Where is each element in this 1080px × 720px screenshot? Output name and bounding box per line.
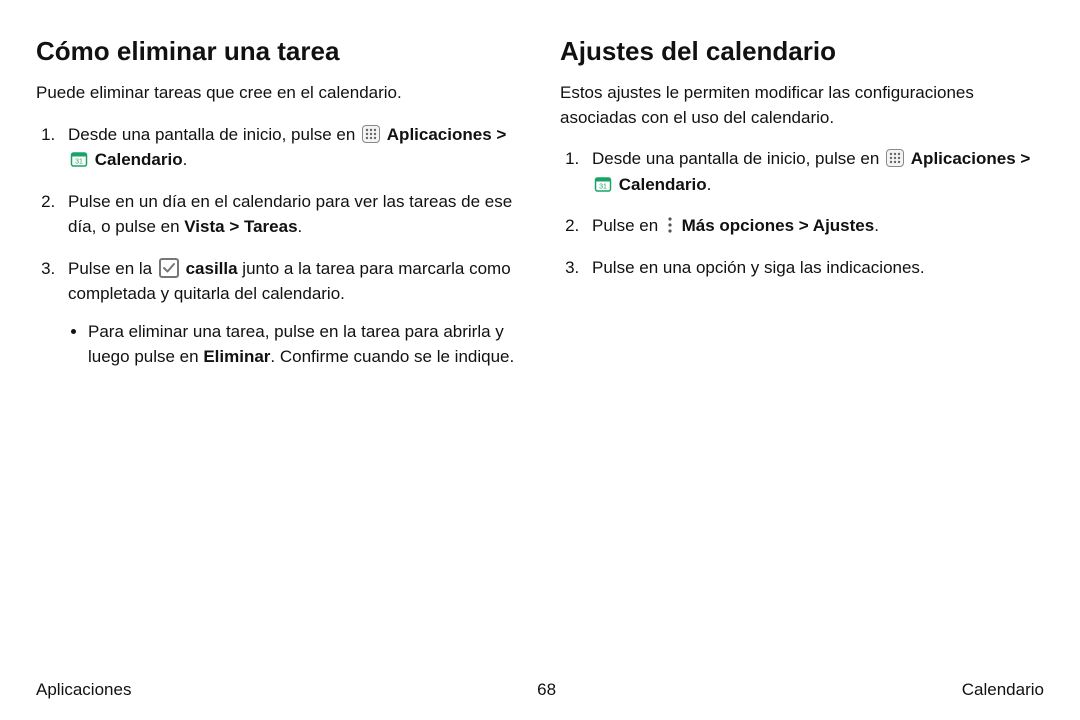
svg-text:31: 31 — [599, 183, 607, 190]
right-step-1: Desde una pantalla de inicio, pulse en A… — [584, 146, 1044, 197]
apps-label: Aplicaciones — [387, 125, 492, 144]
step-text: Desde una pantalla de inicio, pulse en — [592, 149, 884, 168]
step-text: Desde una pantalla de inicio, pulse en — [68, 125, 360, 144]
right-column: Ajustes del calendario Estos ajustes le … — [560, 36, 1044, 668]
sub-text: . Confirme cuando se le indique. — [270, 347, 514, 366]
left-step-3-sub: Para eliminar una tarea, pulse en la tar… — [88, 319, 520, 370]
right-intro: Estos ajustes le permiten modificar las … — [560, 81, 1044, 130]
eliminar-label: Eliminar — [203, 347, 270, 366]
left-intro: Puede eliminar tareas que cree en el cal… — [36, 81, 520, 106]
left-step-3: Pulse en la casilla junto a la tarea par… — [60, 256, 520, 370]
vista-tareas: Vista > Tareas — [184, 217, 297, 236]
right-steps: Desde una pantalla de inicio, pulse en A… — [560, 146, 1044, 280]
apps-grid-icon — [362, 125, 380, 143]
step-text: Pulse en una opción y siga las indicacio… — [592, 258, 925, 277]
checkbox-icon — [159, 258, 179, 278]
step-text: Pulse en — [592, 216, 663, 235]
period: . — [874, 216, 879, 235]
left-steps: Desde una pantalla de inicio, pulse en A… — [36, 122, 520, 370]
apps-label: Aplicaciones — [911, 149, 1016, 168]
two-column-layout: Cómo eliminar una tarea Puede eliminar t… — [36, 36, 1044, 668]
left-step-1: Desde una pantalla de inicio, pulse en A… — [60, 122, 520, 173]
right-step-3: Pulse en una opción y siga las indicacio… — [584, 255, 1044, 281]
left-step-2: Pulse en un día en el calendario para ve… — [60, 189, 520, 240]
left-step-3-sublist: Para eliminar una tarea, pulse en la tar… — [68, 319, 520, 370]
footer-left: Aplicaciones — [36, 680, 131, 700]
period: . — [707, 175, 712, 194]
left-column: Cómo eliminar una tarea Puede eliminar t… — [36, 36, 520, 668]
step-text: Pulse en la — [68, 259, 157, 278]
calendar-label: Calendario — [619, 175, 707, 194]
footer-page-number: 68 — [537, 680, 556, 700]
calendar-icon: 31 — [70, 150, 88, 168]
more-options-icon — [665, 216, 675, 234]
period: . — [183, 150, 188, 169]
period: . — [298, 217, 303, 236]
separator: > — [492, 125, 507, 144]
mas-opciones-label: Más opciones > Ajustes — [682, 216, 875, 235]
left-title: Cómo eliminar una tarea — [36, 36, 520, 67]
separator: > — [1016, 149, 1031, 168]
right-step-2: Pulse en Más opciones > Ajustes. — [584, 213, 1044, 239]
footer-right: Calendario — [962, 680, 1044, 700]
calendar-label: Calendario — [95, 150, 183, 169]
page-footer: Aplicaciones 68 Calendario — [36, 668, 1044, 700]
casilla-label: casilla — [186, 259, 238, 278]
apps-grid-icon — [886, 149, 904, 167]
svg-text:31: 31 — [75, 159, 83, 166]
right-title: Ajustes del calendario — [560, 36, 1044, 67]
calendar-icon: 31 — [594, 175, 612, 193]
